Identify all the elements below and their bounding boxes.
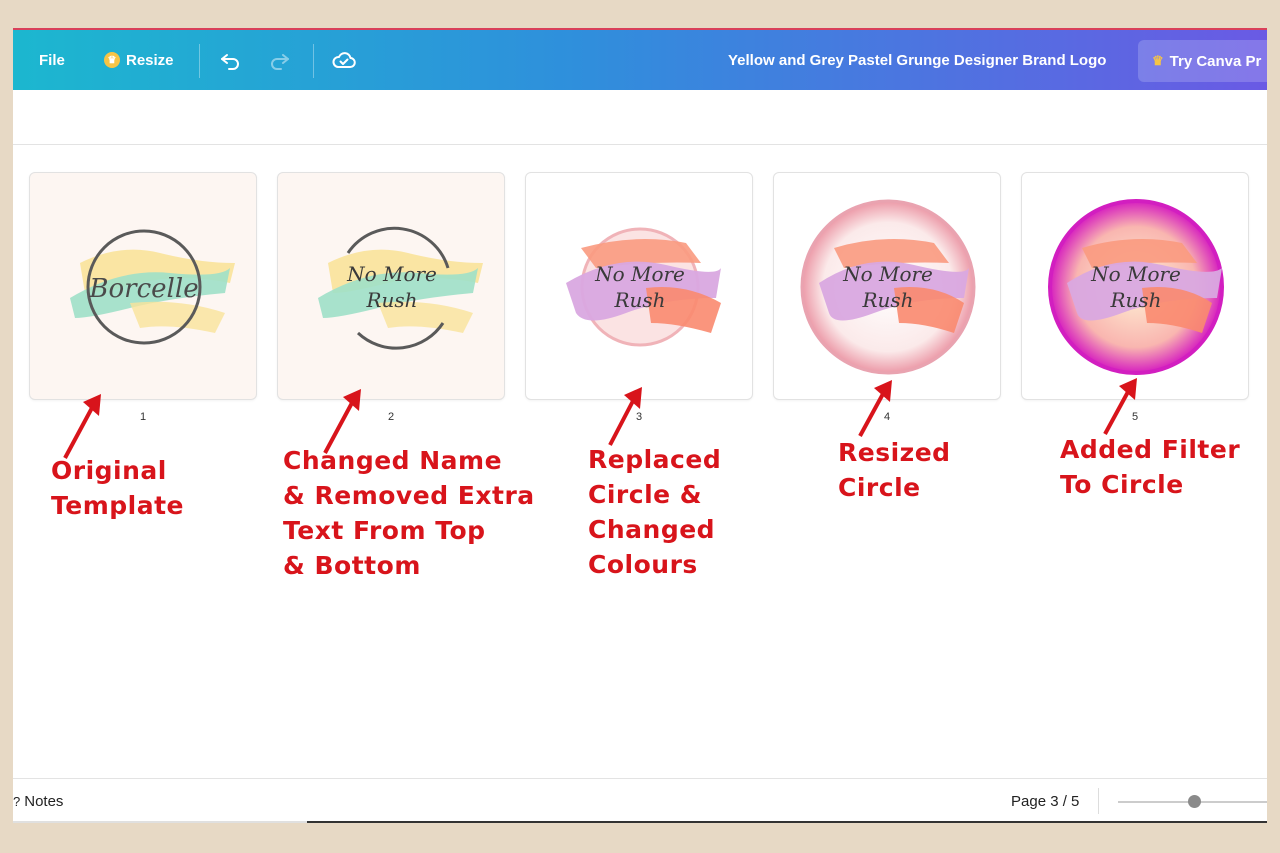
toolbar-divider [199,44,200,78]
logo-text: No More [842,262,933,286]
annotation-caption-3: Replaced Circle & Changed Colours [588,445,722,579]
logo-text: Rush [613,288,665,312]
notes-button[interactable]: ? Notes [13,779,63,823]
page-number: 2 [387,411,395,423]
logo-text: No More [346,262,437,286]
scrollbar-thumb[interactable] [307,821,1267,823]
toolbar-divider [313,44,314,78]
crown-icon: ♛ [1152,53,1164,68]
bottom-bar: ? Notes Page 3 / 5 [13,778,1267,823]
annotation-caption-4: Resized Circle [838,438,951,502]
logo-text: Rush [1109,288,1161,312]
annotation-caption-1: Original Template [51,456,184,520]
context-toolbar [13,90,1267,145]
notes-icon: ? [13,794,21,809]
file-label: File [39,51,65,69]
zoom-slider-handle[interactable] [1188,795,1201,808]
page-thumbnail-1[interactable]: Borcelle [29,172,257,400]
page-thumbnail-3[interactable]: No More Rush [525,172,753,400]
try-pro-label: Try Canva Pr [1169,52,1262,70]
file-menu-button[interactable]: File [39,30,65,90]
logo-text: No More [1090,262,1181,286]
top-toolbar: File ♛ Resize Yellow and Grey Pastel Gru… [13,28,1267,90]
crown-icon: ♛ [104,52,120,68]
annotation-arrow-icon [858,380,892,437]
cloud-check-icon[interactable] [331,30,357,90]
annotation-caption-2: Changed Name & Removed Extra Text From T… [283,446,535,580]
try-canva-pro-button[interactable]: ♛ Try Canva Pr [1138,40,1267,82]
page-thumbnail-4[interactable]: No More Rush [773,172,1001,400]
divider [1098,788,1099,814]
logo-text: No More [594,262,685,286]
logo-text: Borcelle [88,274,198,304]
resize-button[interactable]: ♛ Resize [104,30,174,90]
page-thumbnail-5[interactable]: No More Rush [1021,172,1249,400]
canva-editor-window: File ♛ Resize Yellow and Grey Pastel Gru… [13,28,1267,823]
page-number: 1 [139,411,147,423]
redo-icon[interactable] [268,30,292,90]
logo-text: Rush [365,288,417,312]
resize-label: Resize [126,51,174,69]
document-title[interactable]: Yellow and Grey Pastel Grunge Designer B… [728,30,1106,90]
page-thumbnail-2[interactable]: No More Rush [277,172,505,400]
annotation-caption-5: Added Filter To Circle [1060,435,1241,499]
logo-text: Rush [861,288,913,312]
notes-label: Notes [24,793,64,810]
undo-icon[interactable] [218,30,242,90]
page-indicator[interactable]: Page 3 / 5 [1011,779,1079,823]
